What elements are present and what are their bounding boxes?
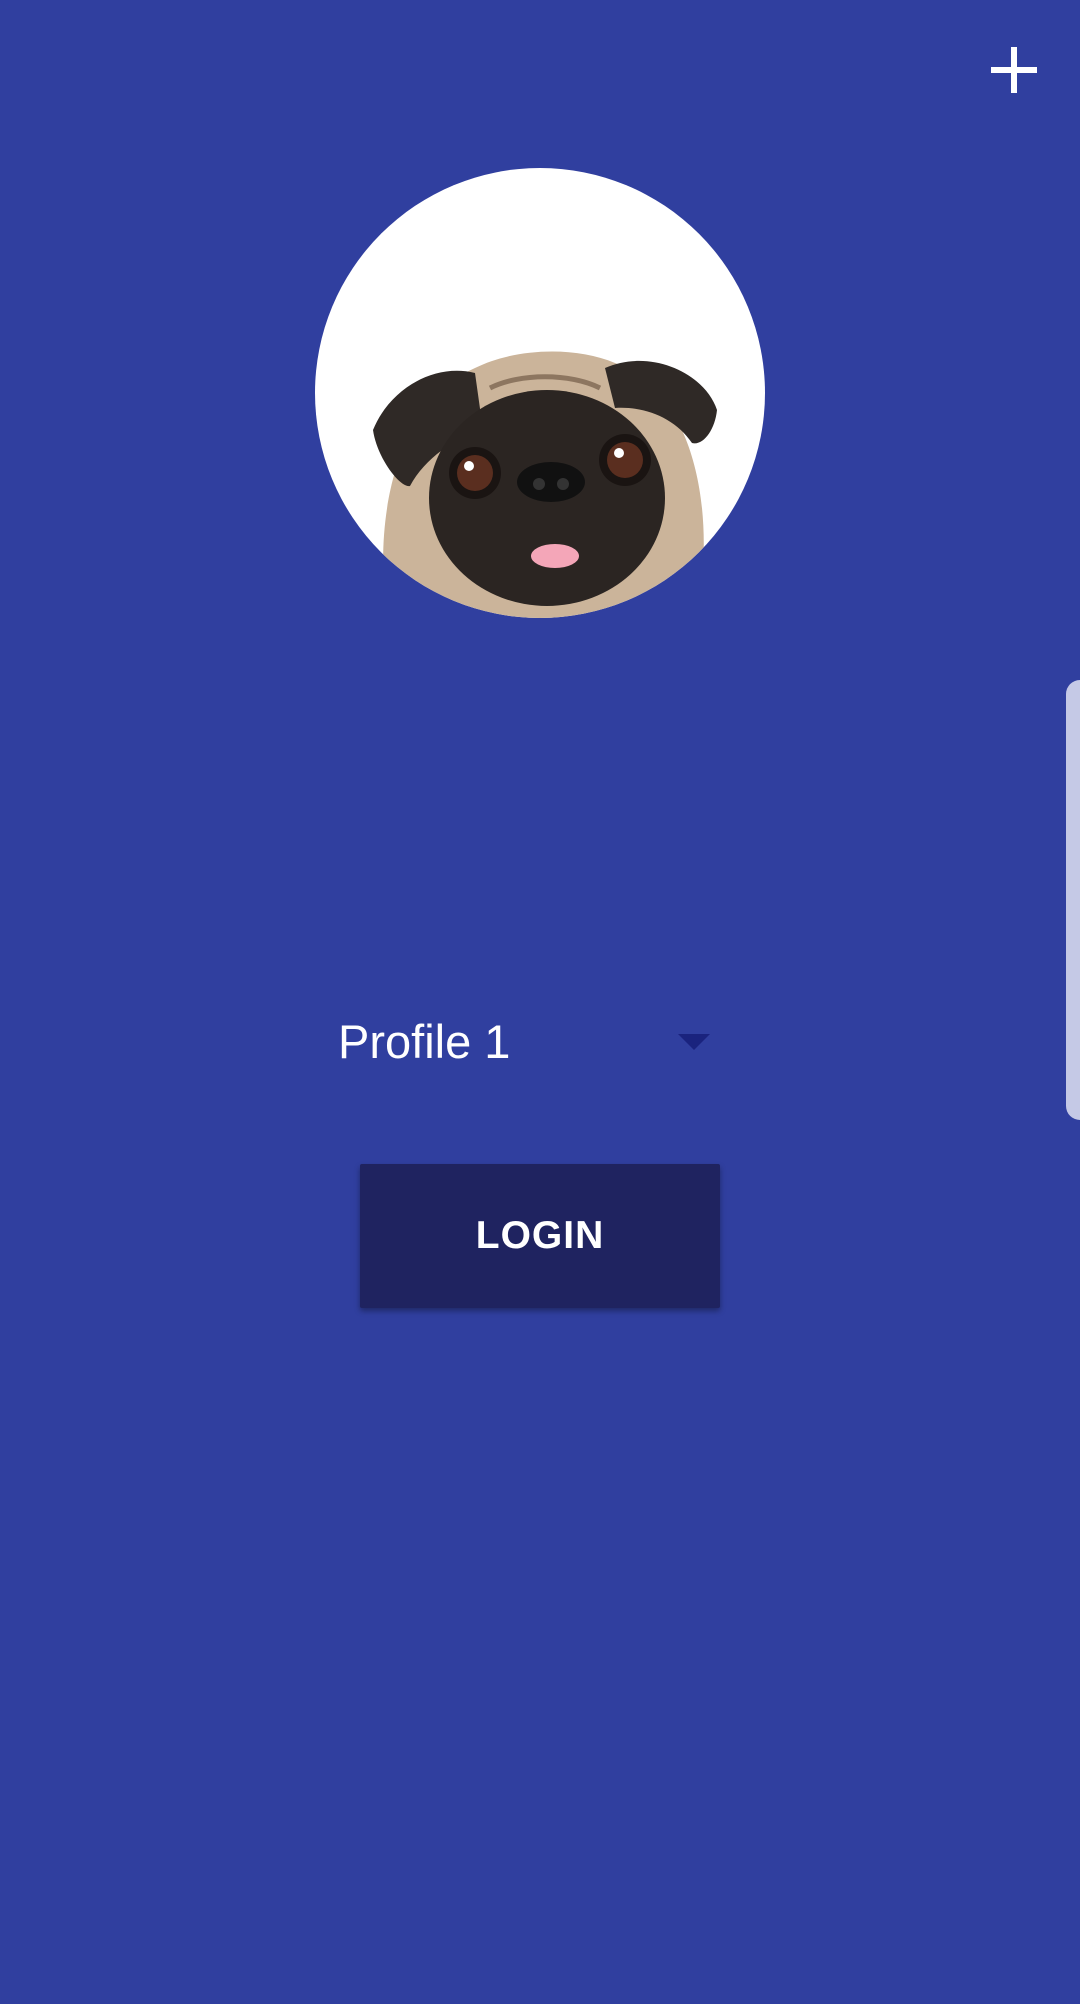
add-profile-button[interactable] bbox=[972, 28, 1056, 112]
profile-dropdown[interactable]: Profile 1 bbox=[338, 1000, 718, 1084]
pug-dog-image bbox=[373, 351, 717, 618]
profile-dropdown-value: Profile 1 bbox=[338, 1015, 511, 1068]
login-button[interactable]: LOGIN bbox=[360, 1164, 720, 1308]
plus-icon bbox=[991, 47, 1037, 93]
triangle-down-icon bbox=[678, 1034, 710, 1050]
edge-panel-handle[interactable] bbox=[1066, 680, 1080, 1120]
profile-avatar bbox=[315, 168, 765, 618]
